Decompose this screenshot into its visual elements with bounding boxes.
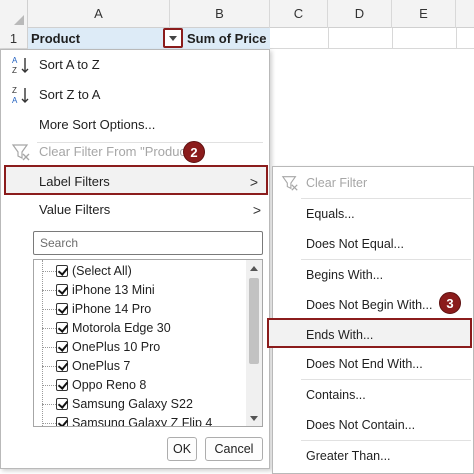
list-item-label: iPhone 13 Mini — [72, 283, 155, 297]
tree-connector — [42, 404, 56, 405]
submenu-item-label: Equals... — [306, 207, 355, 221]
submenu-does-not-equal-item[interactable]: Does Not Equal... — [273, 229, 473, 259]
tree-connector — [42, 309, 56, 310]
checkbox-checked[interactable] — [56, 322, 68, 334]
submenu-item-label: Does Not End With... — [306, 357, 423, 371]
column-header-d[interactable]: D — [328, 0, 392, 28]
column-header-e[interactable]: E — [392, 0, 456, 28]
scroll-thumb[interactable] — [249, 278, 259, 364]
filter-menu: A Z Sort A to Z Z A Sort Z to A More Sor… — [0, 49, 270, 469]
checkbox-checked[interactable] — [56, 360, 68, 372]
list-item-label: Samsung Galaxy Z Flip 4 — [72, 416, 213, 427]
sort-a-z-icon: A Z — [12, 56, 29, 75]
tree-connector — [42, 271, 56, 272]
tree-connector — [42, 385, 56, 386]
submenu-does-not-end-with-item[interactable]: Does Not End With... — [273, 349, 473, 379]
submenu-begins-with-item[interactable]: Begins With... — [273, 260, 473, 290]
submenu-ends-with-item[interactable]: Ends With... — [267, 318, 472, 348]
submenu-contains-item[interactable]: Contains... — [273, 380, 473, 410]
scroll-down-icon[interactable] — [246, 410, 262, 426]
submenu-equals-item[interactable]: Equals... — [273, 199, 473, 229]
tree-connector — [42, 423, 56, 424]
callout-badge-3: 3 — [439, 292, 461, 314]
tree-connector — [42, 328, 56, 329]
grid-line — [270, 48, 474, 49]
sort-a-to-z-item[interactable]: A Z Sort A to Z — [1, 50, 269, 80]
ok-button[interactable]: OK — [167, 437, 197, 461]
list-item-label: Oppo Reno 8 — [72, 378, 147, 392]
submenu-item-label: Begins With... — [306, 268, 384, 282]
more-sort-options-item[interactable]: More Sort Options... — [1, 110, 269, 140]
list-scrollbar[interactable] — [246, 260, 262, 426]
checkbox-checked[interactable] — [56, 341, 68, 353]
list-item-label: OnePlus 7 — [72, 359, 131, 373]
column-header-a[interactable]: A — [28, 0, 170, 28]
submenu-does-not-contain-item[interactable]: Does Not Contain... — [273, 410, 473, 440]
clear-filter-icon — [11, 144, 30, 161]
submenu-item-label: Ends With... — [306, 328, 374, 342]
scroll-up-icon[interactable] — [246, 260, 262, 276]
select-all-corner[interactable] — [0, 0, 28, 28]
value-filters-label: Value Filters — [39, 202, 111, 217]
submenu-item-label: Clear Filter — [306, 176, 368, 190]
search-input[interactable]: Search — [33, 231, 263, 255]
checkbox-checked[interactable] — [56, 284, 68, 296]
more-sort-options-label: More Sort Options... — [39, 117, 156, 132]
submenu-item-label: Does Not Begin With... — [306, 298, 433, 312]
submenu-item-label: Does Not Contain... — [306, 418, 416, 432]
submenu-item-label: Greater Than... — [306, 449, 391, 463]
cell-a1-product[interactable]: Product — [28, 28, 163, 49]
list-item-label: Samsung Galaxy S22 — [72, 397, 193, 411]
sort-z-a-icon: Z A — [12, 86, 29, 105]
submenu-greater-than-item[interactable]: Greater Than... — [273, 441, 473, 471]
list-item-label: iPhone 14 Pro — [72, 302, 152, 316]
column-header-c[interactable]: C — [270, 0, 328, 28]
value-filters-item[interactable]: Value Filters > — [1, 195, 269, 225]
tree-connector — [42, 290, 56, 291]
checkbox-checked[interactable] — [56, 379, 68, 391]
filter-dropdown-button[interactable] — [163, 28, 183, 48]
submenu-item-label: Does Not Equal... — [306, 237, 404, 251]
chevron-right-icon: > — [252, 202, 261, 218]
checkbox-checked[interactable] — [56, 398, 68, 410]
grid-line — [328, 28, 329, 49]
tree-connector — [42, 347, 56, 348]
label-filters-label: Label Filters — [39, 174, 110, 189]
column-header-row: A B C D E — [0, 0, 474, 28]
chevron-right-icon: > — [249, 174, 258, 190]
callout-badge-2: 2 — [183, 141, 205, 163]
checkbox-checked[interactable] — [56, 303, 68, 315]
list-item-label: OnePlus 10 Pro — [72, 340, 161, 354]
sort-a-to-z-label: Sort A to Z — [39, 57, 100, 72]
sort-z-to-a-label: Sort Z to A — [39, 87, 101, 102]
list-item-label: (Select All) — [72, 264, 132, 278]
row-header-1[interactable]: 1 — [0, 28, 28, 49]
tree-connector — [42, 260, 56, 426]
checkbox-checked[interactable] — [56, 417, 68, 426]
svg-text:A: A — [12, 96, 18, 105]
svg-text:A: A — [12, 56, 18, 65]
column-header-b[interactable]: B — [170, 0, 270, 28]
cancel-button[interactable]: Cancel — [205, 437, 263, 461]
clear-filter-from-product-item[interactable]: Clear Filter From "Product" — [1, 137, 269, 167]
chevron-down-icon — [169, 35, 177, 41]
tree-connector — [42, 366, 56, 367]
value-list[interactable]: (Select All) iPhone 13 Mini iPhone 14 Pr… — [33, 259, 263, 427]
submenu-clear-filter-item[interactable]: Clear Filter — [273, 168, 473, 198]
label-filters-submenu: Clear Filter Equals... Does Not Equal...… — [267, 166, 474, 474]
list-item-label: Motorola Edge 30 — [72, 321, 171, 335]
grid-line — [392, 28, 393, 49]
clear-filter-label: Clear Filter From "Product" — [39, 144, 195, 159]
label-filters-item[interactable]: Label Filters > — [4, 165, 268, 195]
checkbox-checked[interactable] — [56, 265, 68, 277]
cell-b1-sum-of-price[interactable]: Sum of Price — [184, 28, 270, 49]
svg-text:Z: Z — [12, 86, 17, 95]
clear-filter-icon — [281, 176, 298, 191]
sort-z-to-a-item[interactable]: Z A Sort Z to A — [1, 80, 269, 110]
submenu-item-label: Contains... — [306, 388, 366, 402]
svg-text:Z: Z — [12, 66, 17, 75]
grid-line — [456, 28, 457, 49]
